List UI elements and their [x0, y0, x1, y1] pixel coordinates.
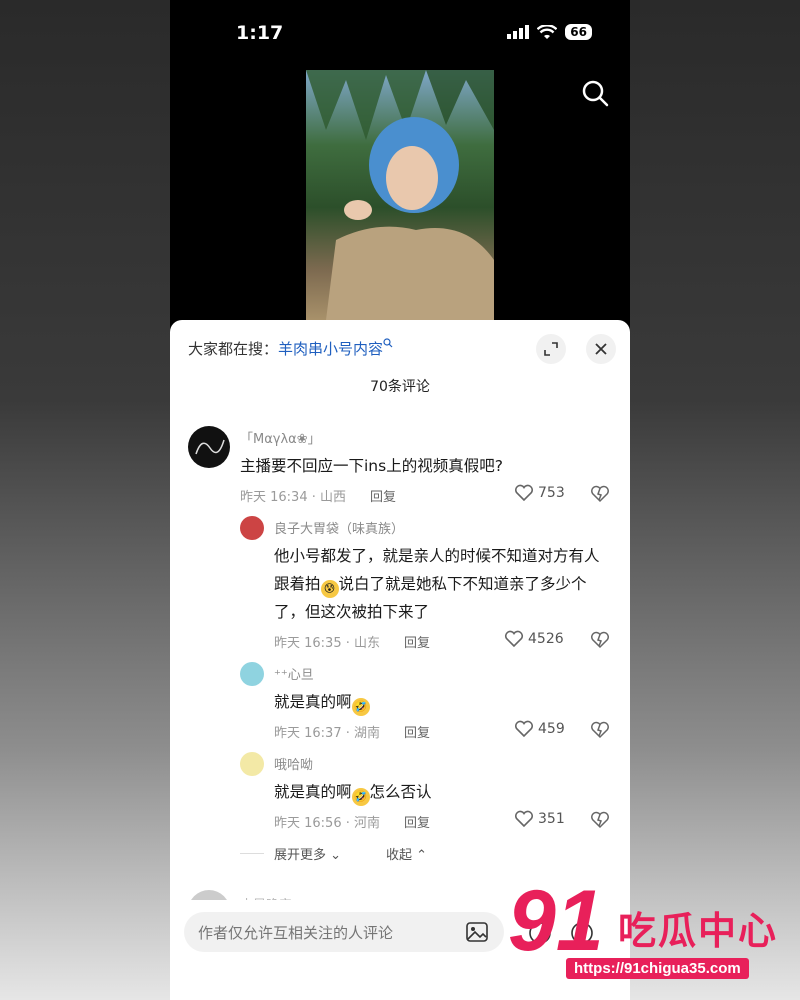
reply-button[interactable]: 回复 — [370, 486, 396, 505]
phone-screen: 1:17 66 大家都在搜：羊肉串小号内容 70条评论 「Μαγλα❀」 主播要… — [170, 0, 630, 1000]
status-time: 1:17 — [236, 22, 284, 44]
comment-username[interactable]: 「Μαγλα❀」 — [240, 428, 321, 447]
heart-icon — [514, 484, 534, 502]
reply-username[interactable]: 良子大胃袋（味真族） — [274, 518, 404, 537]
reply-text: 他小号都发了，就是亲人的时候不知道对方有人跟着拍 😰 说白了就是她私下不知道亲了多少… — [274, 547, 600, 621]
video-thumbnail[interactable] — [306, 70, 494, 320]
comment-count: 70条评论 — [370, 379, 430, 395]
reply-button[interactable]: 回复 — [404, 632, 430, 651]
comment-meta: 昨天 16:34 · 山西 — [240, 490, 346, 505]
expand-icon[interactable] — [536, 334, 566, 364]
like-count: 459 — [538, 721, 565, 737]
chevron-up-icon: ⌃ — [416, 848, 428, 863]
status-bar: 1:17 66 — [170, 0, 630, 70]
watermark-text: 吃瓜中心 — [618, 909, 779, 953]
avatar[interactable] — [240, 516, 264, 540]
dislike-icon[interactable] — [590, 811, 610, 829]
dislike-icon[interactable] — [590, 631, 610, 649]
like-count: 351 — [538, 811, 565, 827]
emoji: 🤣 — [351, 698, 370, 716]
reply-meta: 昨天 16:56 · 河南 — [274, 816, 380, 831]
like-button[interactable]: 4526 — [504, 630, 564, 648]
signal-icon — [507, 25, 530, 39]
trending-keyword[interactable]: 羊肉串小号内容 — [278, 340, 383, 358]
avatar[interactable] — [188, 426, 230, 468]
search-icon — [383, 338, 393, 348]
battery-icon: 66 — [565, 24, 592, 40]
emoji: 🤣 — [351, 788, 370, 806]
comment-input[interactable] — [184, 912, 460, 954]
dislike-icon[interactable] — [590, 485, 610, 503]
reply-username[interactable]: 哦哈呦 — [274, 754, 313, 773]
wifi-icon — [537, 24, 558, 39]
site-watermark: 91 吃瓜中心 https://91chigua35.com — [508, 876, 793, 986]
divider — [240, 853, 264, 854]
like-count: 4526 — [528, 631, 564, 647]
close-icon[interactable] — [586, 334, 616, 364]
like-button[interactable]: 459 — [514, 720, 565, 738]
watermark-number: 91 — [508, 873, 604, 969]
heart-icon — [504, 630, 524, 648]
image-icon[interactable] — [466, 922, 488, 942]
chevron-down-icon: ⌄ — [330, 848, 342, 863]
trending-search[interactable]: 大家都在搜：羊肉串小号内容 — [188, 338, 393, 359]
reply-meta: 昨天 16:35 · 山东 — [274, 636, 380, 651]
reply-text: 就是真的啊 🤣 — [274, 688, 612, 716]
avatar[interactable] — [240, 752, 264, 776]
dislike-icon[interactable] — [590, 721, 610, 739]
like-button[interactable]: 753 — [514, 484, 565, 502]
watermark-url: https://91chigua35.com — [566, 958, 749, 979]
status-icons: 66 — [507, 24, 592, 40]
avatar[interactable] — [240, 662, 264, 686]
heart-icon — [514, 810, 534, 828]
search-icon[interactable] — [580, 78, 612, 110]
emoji: 😰 — [320, 580, 339, 598]
reply-button[interactable]: 回复 — [404, 812, 430, 831]
trending-prefix: 大家都在搜： — [188, 340, 279, 358]
like-button[interactable]: 351 — [514, 810, 565, 828]
comment-text: 主播要不回应一下ins上的视频真假吧? — [240, 457, 503, 475]
reply-meta: 昨天 16:37 · 湖南 — [274, 726, 380, 741]
collapse-button[interactable]: 收起 ⌃ — [386, 844, 427, 863]
heart-icon — [514, 720, 534, 738]
reply-text: 就是真的啊 🤣 怎么否认 — [274, 778, 612, 806]
reply-username[interactable]: ⁺⁺心旦 — [274, 664, 314, 683]
expand-more-button[interactable]: 展开更多 ⌄ — [274, 844, 341, 863]
reply-button[interactable]: 回复 — [404, 722, 430, 741]
comment-input-bar[interactable] — [184, 912, 504, 954]
like-count: 753 — [538, 485, 565, 501]
